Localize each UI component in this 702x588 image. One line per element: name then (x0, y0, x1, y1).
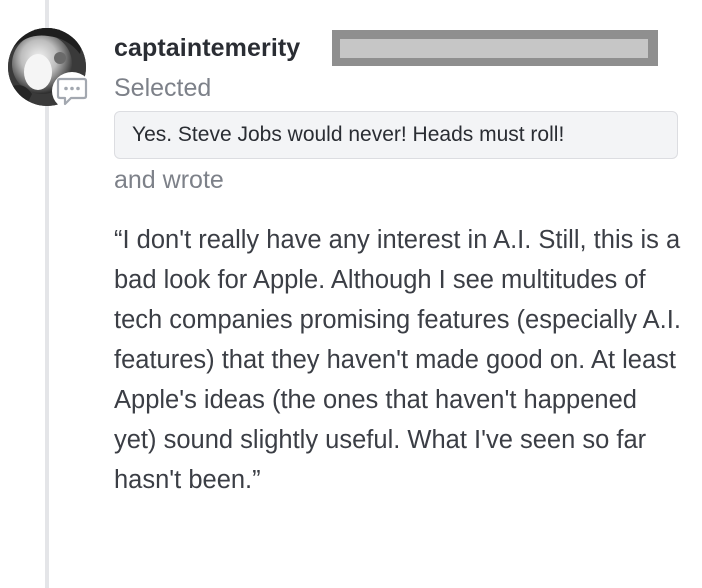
selected-label: Selected (114, 74, 212, 102)
comment-body: “I don't really have any interest in A.I… (114, 226, 681, 494)
speech-bubble-icon (56, 77, 88, 106)
comment-badge (52, 72, 92, 110)
selected-quote-chip[interactable]: Yes. Steve Jobs would never! Heads must … (114, 111, 678, 159)
avatar-group[interactable] (8, 28, 92, 110)
username-link[interactable]: captaintemerity (114, 34, 300, 62)
wrote-label: and wrote (114, 166, 224, 194)
redaction-box (332, 30, 658, 66)
username-row: captaintemerity (114, 30, 658, 66)
